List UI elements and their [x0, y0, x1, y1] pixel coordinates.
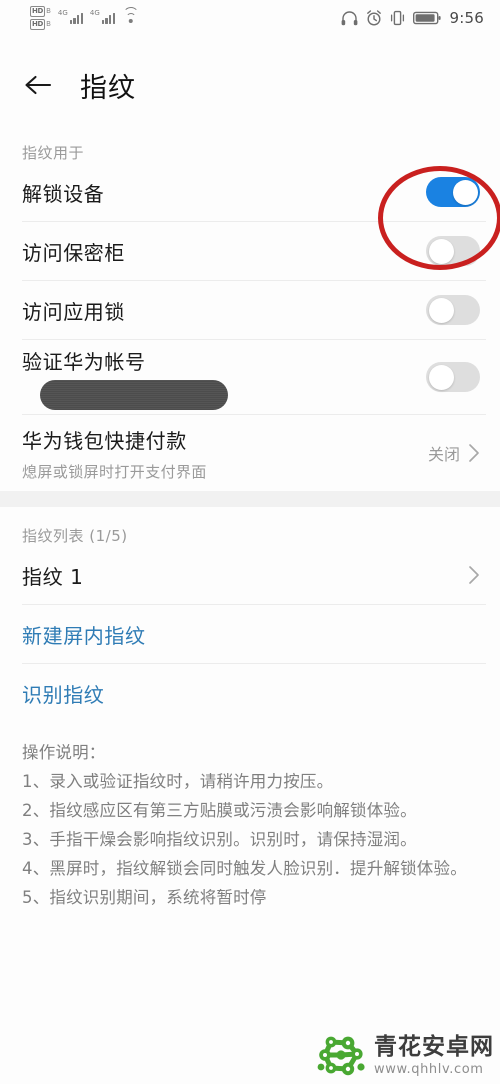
vibrate-icon — [390, 10, 404, 26]
back-arrow-icon[interactable] — [24, 73, 52, 97]
status-bar-clock: 9:56 — [449, 9, 484, 27]
fingerprint-usage-group: 指纹用于 解锁设备 访问保密柜 访问应用锁 验证华为帐号 华为钱包快捷付款 熄屏… — [0, 124, 500, 491]
row-title: 访问应用锁 — [22, 299, 125, 324]
row-unlock-device[interactable]: 解锁设备 — [0, 163, 500, 221]
toggle-verify-huawei-account[interactable] — [426, 362, 480, 392]
watermark: 青花安卓网 www.qhhlv.com — [317, 1034, 494, 1078]
instruction-line: 5、指纹识别期间，系统将暂时停 — [22, 888, 267, 907]
app-bar: 指纹 — [0, 46, 500, 124]
instructions-block: 操作说明： 1、录入或验证指纹时，请稍许用力按压。 2、指纹感应区有第三方贴膜或… — [0, 722, 500, 912]
battery-icon — [412, 11, 441, 25]
instruction-line: 3、手指干燥会影响指纹识别。识别时，请保持湿润。 — [22, 830, 417, 849]
row-title: 指纹 1 — [22, 564, 84, 589]
watermark-site-url: www.qhhlv.com — [374, 1062, 484, 1077]
alarm-icon — [366, 10, 381, 26]
row-verify-huawei-account[interactable]: 验证华为帐号 — [0, 340, 500, 414]
instruction-line: 2、指纹感应区有第三方贴膜或污渍会影响解锁体验。 — [22, 801, 417, 820]
hd-icon: HD — [30, 6, 46, 17]
row-fingerprint-1[interactable]: 指纹 1 — [0, 546, 500, 604]
toggle-access-safe[interactable] — [426, 236, 480, 266]
phone-screen: HD B HD B 4G 4G 9:56 指纹 指纹用于 解锁设备 访问保密柜 … — [0, 0, 500, 1084]
network-type-label: 4G — [89, 9, 100, 17]
signal-group-1: 4G — [58, 10, 83, 24]
row-title: 访问保密柜 — [22, 240, 125, 265]
link-label: 识别指纹 — [22, 682, 105, 707]
row-huawei-wallet-quick-pay[interactable]: 华为钱包快捷付款 熄屏或锁屏时打开支付界面 关闭 — [0, 415, 500, 491]
chevron-right-icon — [468, 565, 480, 585]
volte-b-icon: B — [46, 20, 51, 28]
instruction-line: 4、黑屏时，指纹解锁会同时触发人脸识别．提升解锁体验。 — [22, 859, 467, 878]
headphones-icon — [341, 10, 357, 25]
chevron-right-icon — [468, 443, 480, 463]
site-logo-icon — [317, 1036, 365, 1076]
toggle-unlock-device[interactable] — [426, 177, 480, 207]
row-subtitle: 熄屏或锁屏时打开支付界面 — [22, 462, 207, 481]
signal-group-2: 4G — [90, 10, 115, 24]
signal-bars-icon — [101, 11, 115, 24]
row-title: 华为钱包快捷付款 — [22, 428, 187, 453]
fingerprint-list-group: 指纹列表 (1/5) 指纹 1 新建屏内指纹 识别指纹 — [0, 507, 500, 722]
link-new-in-screen-fingerprint[interactable]: 新建屏内指纹 — [0, 605, 500, 663]
row-title: 验证华为帐号 — [22, 349, 146, 374]
status-bar-left: HD B HD B 4G 4G — [30, 6, 139, 30]
status-bar: HD B HD B 4G 4G 9:56 — [0, 0, 500, 46]
link-identify-fingerprint[interactable]: 识别指纹 — [0, 664, 500, 722]
instruction-line: 1、录入或验证指纹时，请稍许用力按压。 — [22, 772, 334, 791]
toggle-access-app-lock[interactable] — [426, 295, 480, 325]
sim1-volte-indicator: HD B — [30, 6, 51, 17]
signal-bars-icon — [69, 11, 83, 24]
hd-icon: HD — [30, 19, 46, 30]
sim2-volte-indicator: HD B — [30, 19, 51, 30]
usage-section-label: 指纹用于 — [22, 144, 85, 162]
volte-b-icon: B — [46, 7, 51, 15]
instructions-heading: 操作说明： — [22, 743, 106, 762]
watermark-site-name: 青花安卓网 — [374, 1034, 494, 1060]
section-separator — [0, 491, 500, 507]
dual-sim-indicators: HD B HD B — [30, 6, 51, 30]
network-type-label: 4G — [57, 9, 68, 17]
row-access-safe[interactable]: 访问保密柜 — [0, 222, 500, 280]
fingerprint-list-label: 指纹列表 (1/5) — [22, 527, 128, 545]
status-bar-right: 9:56 — [341, 9, 484, 27]
row-title: 解锁设备 — [22, 181, 105, 206]
wallet-status-value: 关闭 — [427, 445, 460, 464]
page-title: 指纹 — [80, 72, 136, 104]
wifi-icon — [122, 7, 139, 23]
link-label: 新建屏内指纹 — [22, 623, 146, 648]
redacted-account-name — [40, 379, 228, 410]
row-access-app-lock[interactable]: 访问应用锁 — [0, 281, 500, 339]
